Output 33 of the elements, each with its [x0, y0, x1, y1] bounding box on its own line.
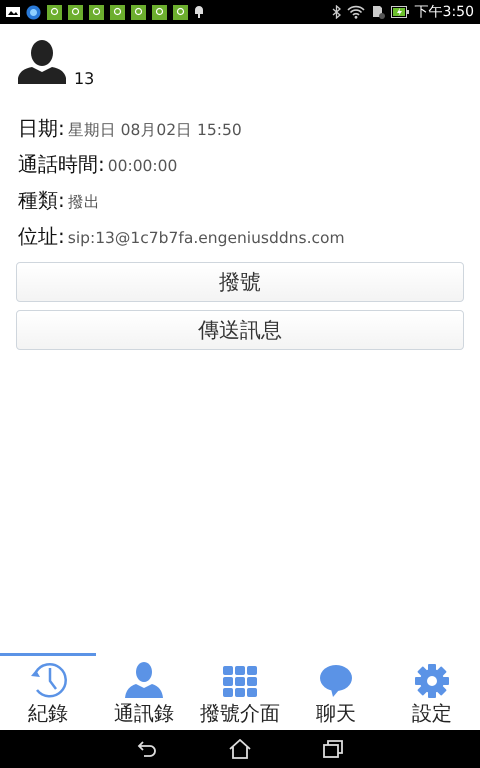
status-time: 下午3:50 — [414, 3, 474, 21]
field-label: 位址: — [18, 223, 65, 250]
send-message-button[interactable]: 傳送訊息 — [16, 310, 464, 350]
field-value: sip:13@1c7b7fa.engeniusddns.com — [68, 228, 345, 249]
app-notification-icon — [26, 4, 41, 20]
field-label: 通話時間: — [18, 151, 105, 178]
back-icon[interactable] — [137, 740, 157, 758]
recent-apps-icon[interactable] — [323, 740, 343, 758]
field-label: 日期: — [18, 115, 65, 142]
app-notification-icon — [173, 4, 188, 20]
dialpad-icon — [223, 666, 257, 698]
wifi-icon — [346, 5, 365, 19]
app-notification-icon — [47, 4, 62, 20]
home-icon[interactable] — [229, 739, 251, 759]
person-icon — [125, 662, 163, 698]
field-value: 星期日 08月02日 15:50 — [68, 120, 242, 141]
field-label: 種類: — [18, 187, 65, 214]
dial-button[interactable]: 撥號 — [16, 262, 464, 302]
field-value: 撥出 — [68, 192, 100, 213]
bluetooth-icon — [332, 5, 341, 19]
battery-icon — [390, 6, 409, 18]
picture-notification-icon — [6, 6, 20, 18]
app-notification-icon — [68, 4, 83, 20]
app-notification-icon — [89, 4, 104, 20]
avatar-icon — [18, 40, 66, 84]
speech-bubble-icon — [319, 664, 353, 698]
clock-icon — [28, 662, 68, 698]
app-notification-icon — [110, 4, 125, 20]
app-notification-icon — [131, 4, 146, 20]
app-notification-icon — [152, 4, 167, 20]
sd-card-icon — [370, 5, 385, 19]
field-value: 00:00:00 — [108, 156, 178, 177]
contact-name: 13 — [74, 70, 94, 88]
